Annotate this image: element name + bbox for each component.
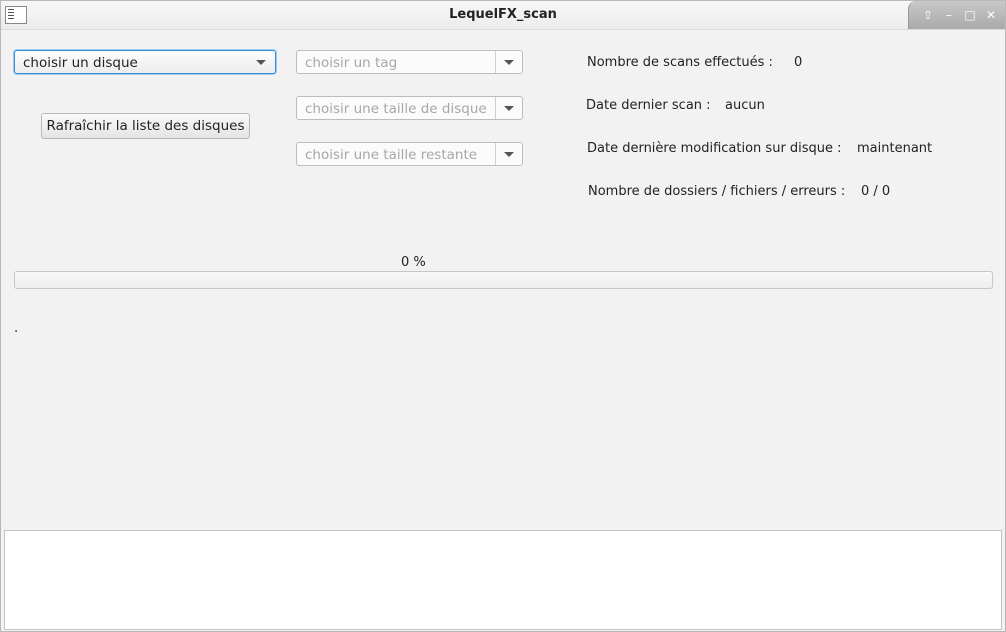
refresh-disks-button[interactable]: Rafraîchir la liste des disques bbox=[41, 113, 250, 139]
scan-count-label: Nombre de scans effectués : bbox=[587, 55, 773, 70]
progress-percent-label: 0 % bbox=[401, 255, 426, 270]
folder-file-error-count-value: 0 / 0 bbox=[861, 184, 891, 199]
chevron-down-icon bbox=[504, 152, 514, 157]
tag-select[interactable]: choisir un tag bbox=[296, 50, 523, 74]
last-scan-label: Date dernier scan : bbox=[586, 98, 711, 113]
remaining-size-select-arrow[interactable] bbox=[495, 143, 522, 165]
disk-select-label: choisir un disque bbox=[23, 55, 138, 71]
app-window: LequelFX_scan ⇧ – □ ✕ choisir un disque … bbox=[0, 0, 1006, 632]
up-icon[interactable]: ⇧ bbox=[919, 6, 937, 24]
scan-count-value: 0 bbox=[794, 55, 803, 70]
status-text: . bbox=[14, 321, 19, 336]
disk-size-select-arrow[interactable] bbox=[495, 97, 522, 119]
chevron-down-icon bbox=[504, 106, 514, 111]
disk-select[interactable]: choisir un disque bbox=[14, 50, 276, 74]
tag-select-arrow[interactable] bbox=[495, 51, 522, 73]
last-scan-value: aucun bbox=[725, 98, 765, 113]
scan-progress-bar bbox=[14, 271, 993, 289]
last-modification-value: maintenant bbox=[857, 141, 933, 156]
title-bar[interactable]: LequelFX_scan ⇧ – □ ✕ bbox=[1, 1, 1005, 30]
disk-size-select[interactable]: choisir une taille de disque bbox=[296, 96, 523, 120]
minimize-icon[interactable]: – bbox=[940, 6, 958, 24]
window-controls: ⇧ – □ ✕ bbox=[908, 1, 1005, 29]
chevron-down-icon bbox=[504, 60, 514, 65]
last-modification-label: Date dernière modification sur disque : bbox=[587, 141, 842, 156]
tag-select-placeholder: choisir un tag bbox=[305, 55, 398, 71]
remaining-size-select[interactable]: choisir une taille restante bbox=[296, 142, 523, 166]
chevron-down-icon bbox=[256, 60, 266, 65]
window-title: LequelFX_scan bbox=[449, 7, 557, 22]
remaining-size-select-placeholder: choisir une taille restante bbox=[305, 147, 478, 163]
maximize-icon[interactable]: □ bbox=[961, 6, 979, 24]
disk-size-select-placeholder: choisir une taille de disque bbox=[305, 101, 487, 117]
folder-file-error-count-label: Nombre de dossiers / fichiers / erreurs … bbox=[588, 184, 846, 199]
close-icon[interactable]: ✕ bbox=[982, 6, 1000, 24]
log-text-area[interactable] bbox=[4, 530, 1002, 630]
